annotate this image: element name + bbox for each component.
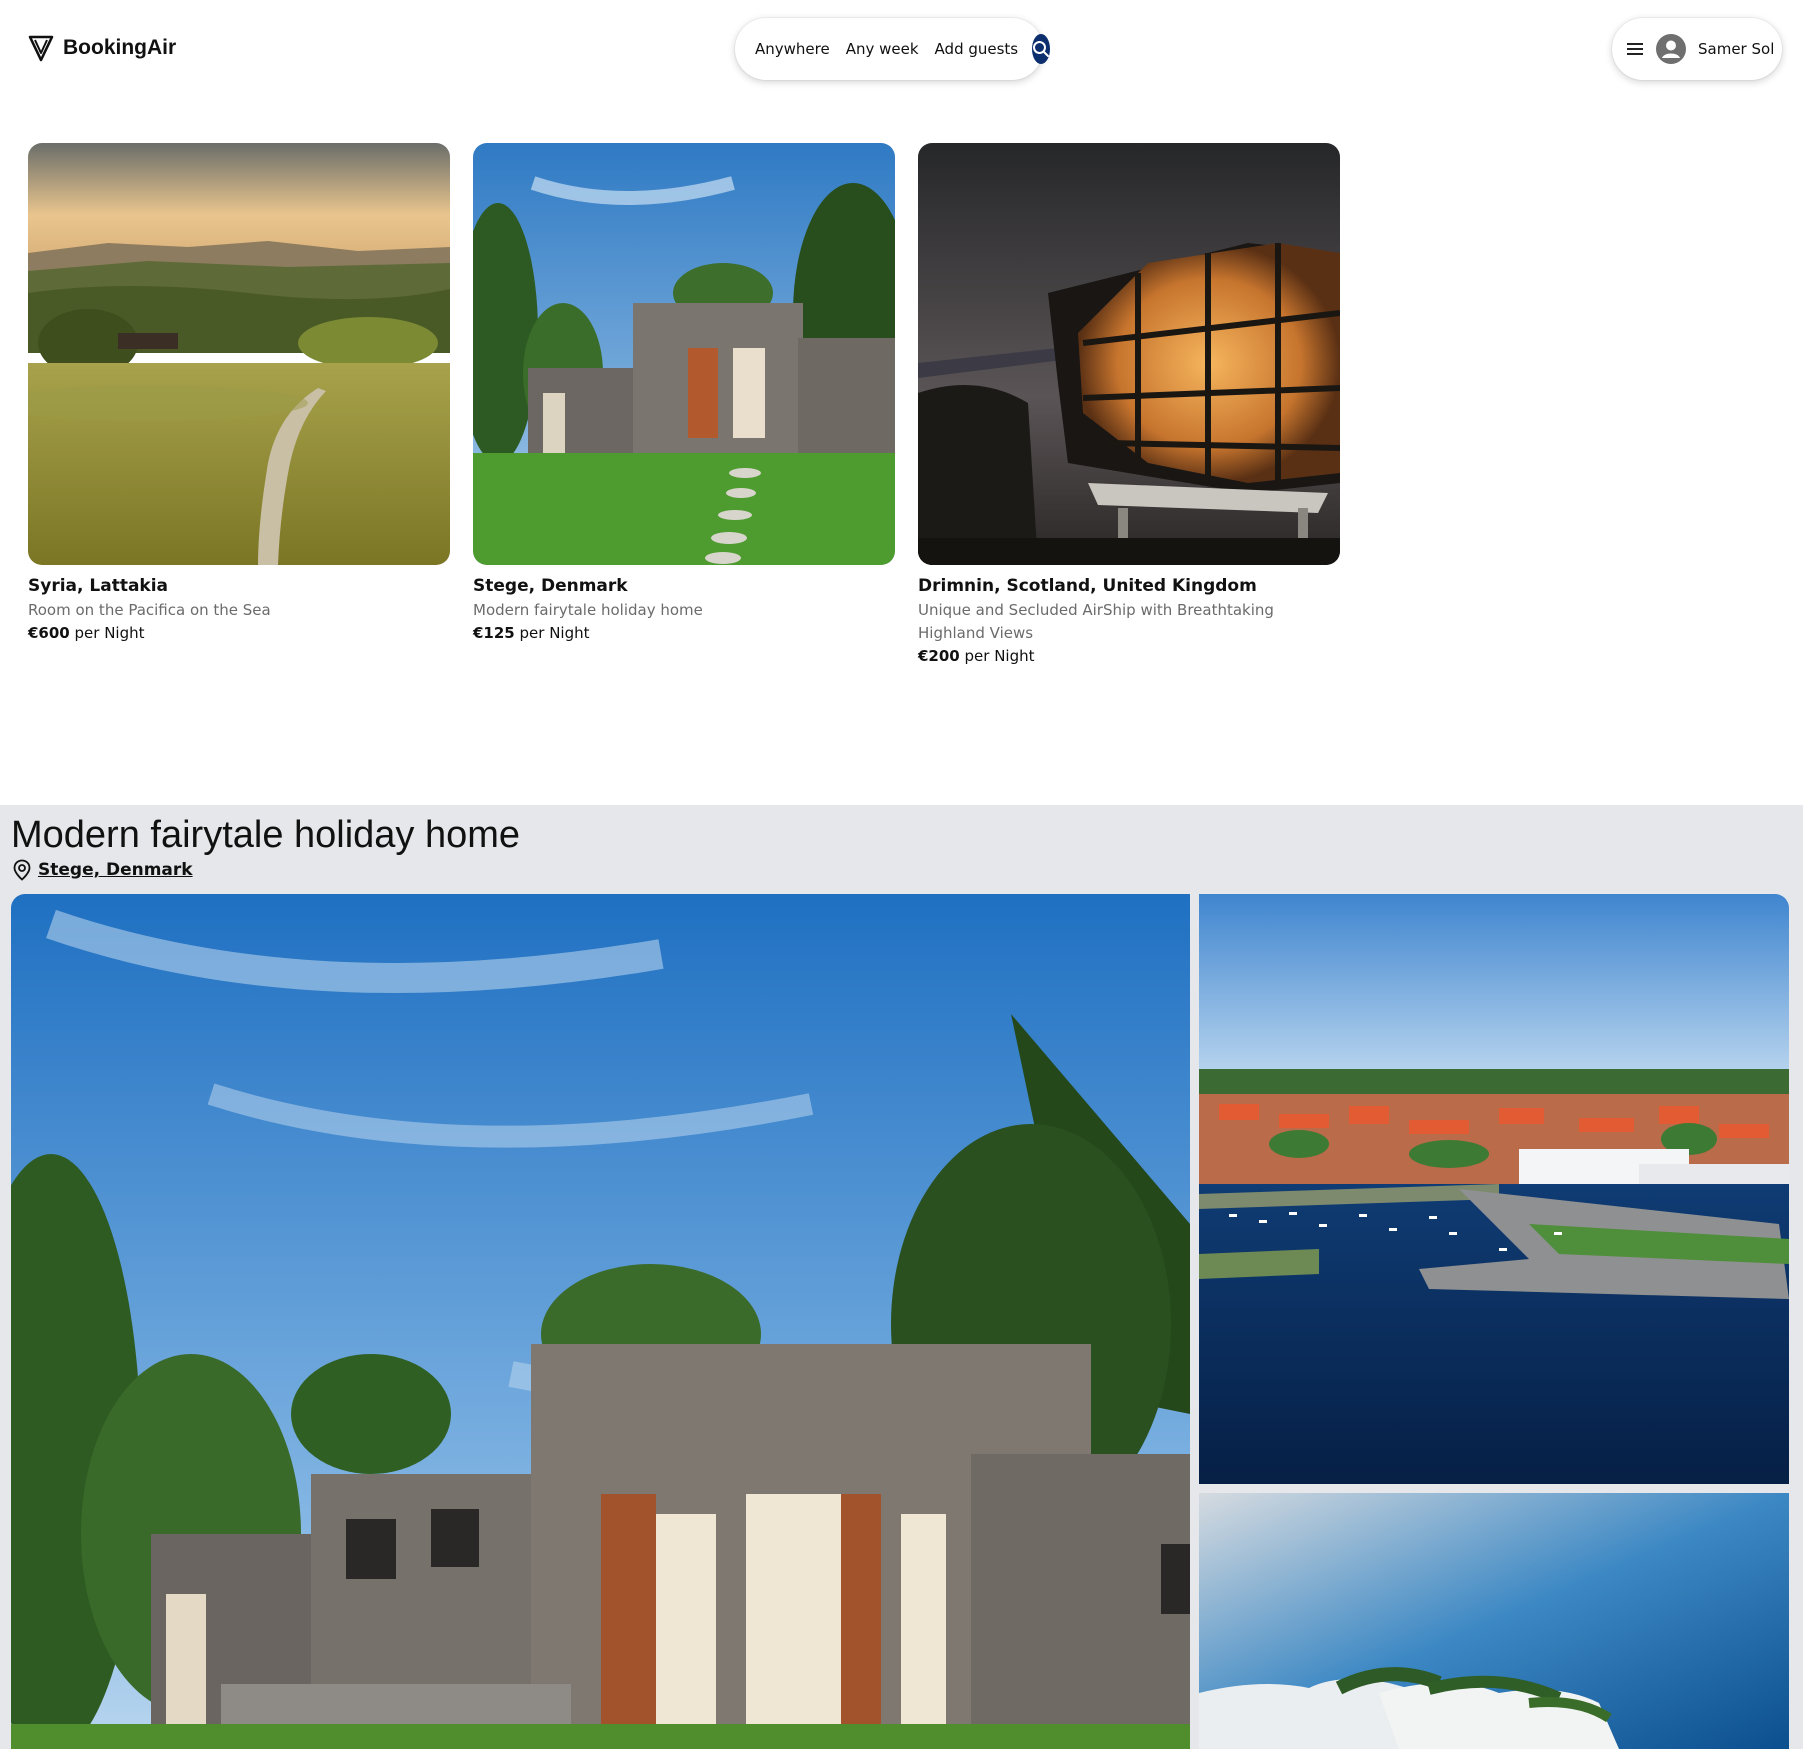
listing-price: €600 [28, 624, 70, 642]
listing-location: Drimnin, Scotland, United Kingdom [918, 576, 1257, 596]
gallery-side-image-top [1199, 894, 1789, 1484]
listing-price-unit: per Night [519, 624, 590, 642]
avatar-icon [1656, 34, 1686, 64]
gallery-main-photo[interactable] [11, 894, 1190, 1749]
listing-price-unit: per Night [964, 647, 1035, 665]
user-name: Samer Sol [1698, 40, 1775, 58]
search-submit-button[interactable] [1032, 34, 1051, 64]
listing-description: Modern fairytale holiday home [473, 601, 703, 619]
user-menu-button[interactable]: Samer Sol [1612, 18, 1782, 80]
map-pin-icon [13, 859, 31, 881]
search-location-button[interactable]: Anywhere [747, 34, 838, 64]
logo-icon [28, 35, 54, 62]
gallery-side-photo-top[interactable] [1199, 894, 1789, 1484]
listing-price-row: €125 per Night [473, 622, 895, 645]
listing-price: €125 [473, 624, 515, 642]
gallery-side-photo-bottom[interactable] [1199, 1493, 1789, 1749]
listing-description: Room on the Pacifica on the Sea [28, 601, 271, 619]
listing-photo[interactable] [473, 143, 895, 565]
listing-photo[interactable] [918, 143, 1340, 565]
brand-logo[interactable]: BookingAir [28, 34, 176, 62]
menu-icon [1627, 43, 1643, 55]
gallery-side-image-bottom [1199, 1493, 1789, 1749]
listing-image [28, 143, 450, 565]
listing-card[interactable]: Stege, Denmark Modern fairytale holiday … [473, 143, 895, 645]
search-icon [1033, 41, 1050, 57]
listing-photo[interactable] [28, 143, 450, 565]
listing-image [473, 143, 895, 565]
listing-card[interactable]: Syria, Lattakia Room on the Pacifica on … [28, 143, 450, 645]
details-location: Stege, Denmark [12, 859, 193, 881]
listing-location: Syria, Lattakia [28, 576, 169, 596]
listing-location: Stege, Denmark [473, 576, 628, 596]
top-header: BookingAir Anywhere Any week Add guests … [0, 0, 1803, 100]
details-location-link[interactable]: Stege, Denmark [38, 860, 193, 880]
listing-price: €200 [918, 647, 960, 665]
listing-image [918, 143, 1340, 565]
search-bar[interactable]: Anywhere Any week Add guests [735, 18, 1051, 80]
search-dates-button[interactable]: Any week [838, 34, 927, 64]
listing-price-row: €200 per Night [918, 645, 1340, 668]
brand-name: BookingAir [63, 36, 177, 59]
gallery-main-image [11, 894, 1190, 1749]
listing-price-row: €600 per Night [28, 622, 450, 645]
listing-price-unit: per Night [74, 624, 145, 642]
listing-details-section: Modern fairytale holiday home Stege, Den… [0, 805, 1803, 1749]
listing-description: Unique and Secluded AirShip with Breatht… [918, 601, 1274, 642]
search-guests-button[interactable]: Add guests [927, 34, 1027, 64]
listing-card[interactable]: Drimnin, Scotland, United Kingdom Unique… [918, 143, 1340, 668]
details-title: Modern fairytale holiday home [11, 814, 521, 856]
